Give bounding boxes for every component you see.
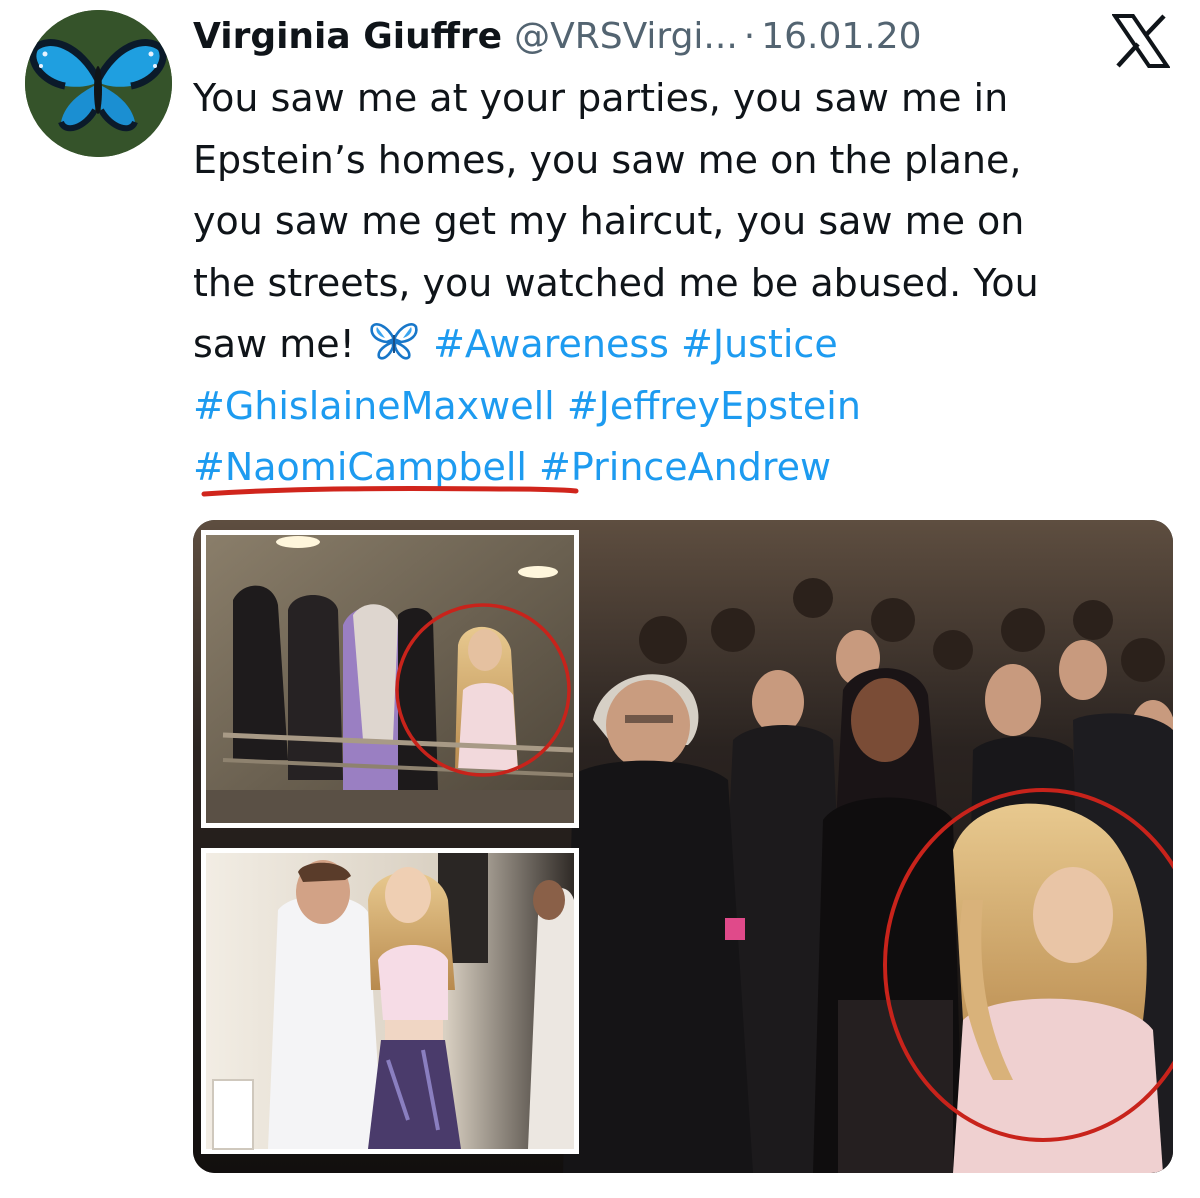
hashtag-awareness[interactable]: #Awareness xyxy=(433,322,669,366)
x-logo-icon[interactable] xyxy=(1111,14,1171,68)
tweet-text-line-6: #GhislaineMaxwell #JeffreyEpstein xyxy=(193,376,1183,438)
photo-top-left-yacht xyxy=(201,530,579,828)
tweet-text-line-3: you saw me get my haircut, you saw me on xyxy=(193,199,1025,243)
hashtag-justice[interactable]: #Justice xyxy=(681,322,838,366)
attached-photo[interactable] xyxy=(193,520,1173,1173)
tweet-text-line-4: the streets, you watched me be abused. Y… xyxy=(193,260,1039,305)
red-underline-mark xyxy=(201,486,579,497)
tweet-text-line-5: saw me! #Awareness #Justice xyxy=(193,314,1183,376)
tweet-text-saw-me: saw me! xyxy=(193,322,355,366)
tweet-text-line-1: You saw me at your parties, you saw me i… xyxy=(193,76,1009,120)
tweet-text: You saw me at your parties, you saw me i… xyxy=(193,68,1183,499)
author-name[interactable]: Virginia Giuffre xyxy=(193,16,502,57)
tweet-text-line-2: Epstein’s homes, you saw me on the plane… xyxy=(193,137,1022,182)
tweet-date[interactable]: 16.01.20 xyxy=(761,16,921,57)
butterfly-avatar-icon xyxy=(25,10,172,157)
author-handle[interactable]: @VRSVirgi... xyxy=(514,16,738,57)
photo-bottom-left-group xyxy=(201,848,579,1154)
tweet-header: Virginia Giuffre @VRSVirgi... · 16.01.20 xyxy=(193,8,922,64)
avatar[interactable] xyxy=(25,10,172,157)
header-separator: · xyxy=(743,15,756,57)
butterfly-emoji-icon xyxy=(369,318,419,360)
hashtag-ghislainemaxwell[interactable]: #GhislaineMaxwell xyxy=(193,384,555,428)
hashtag-jeffreyepstein[interactable]: #JeffreyEpstein xyxy=(567,384,861,428)
hashtag-princeandrew[interactable]: #PrinceAndrew xyxy=(539,445,831,489)
